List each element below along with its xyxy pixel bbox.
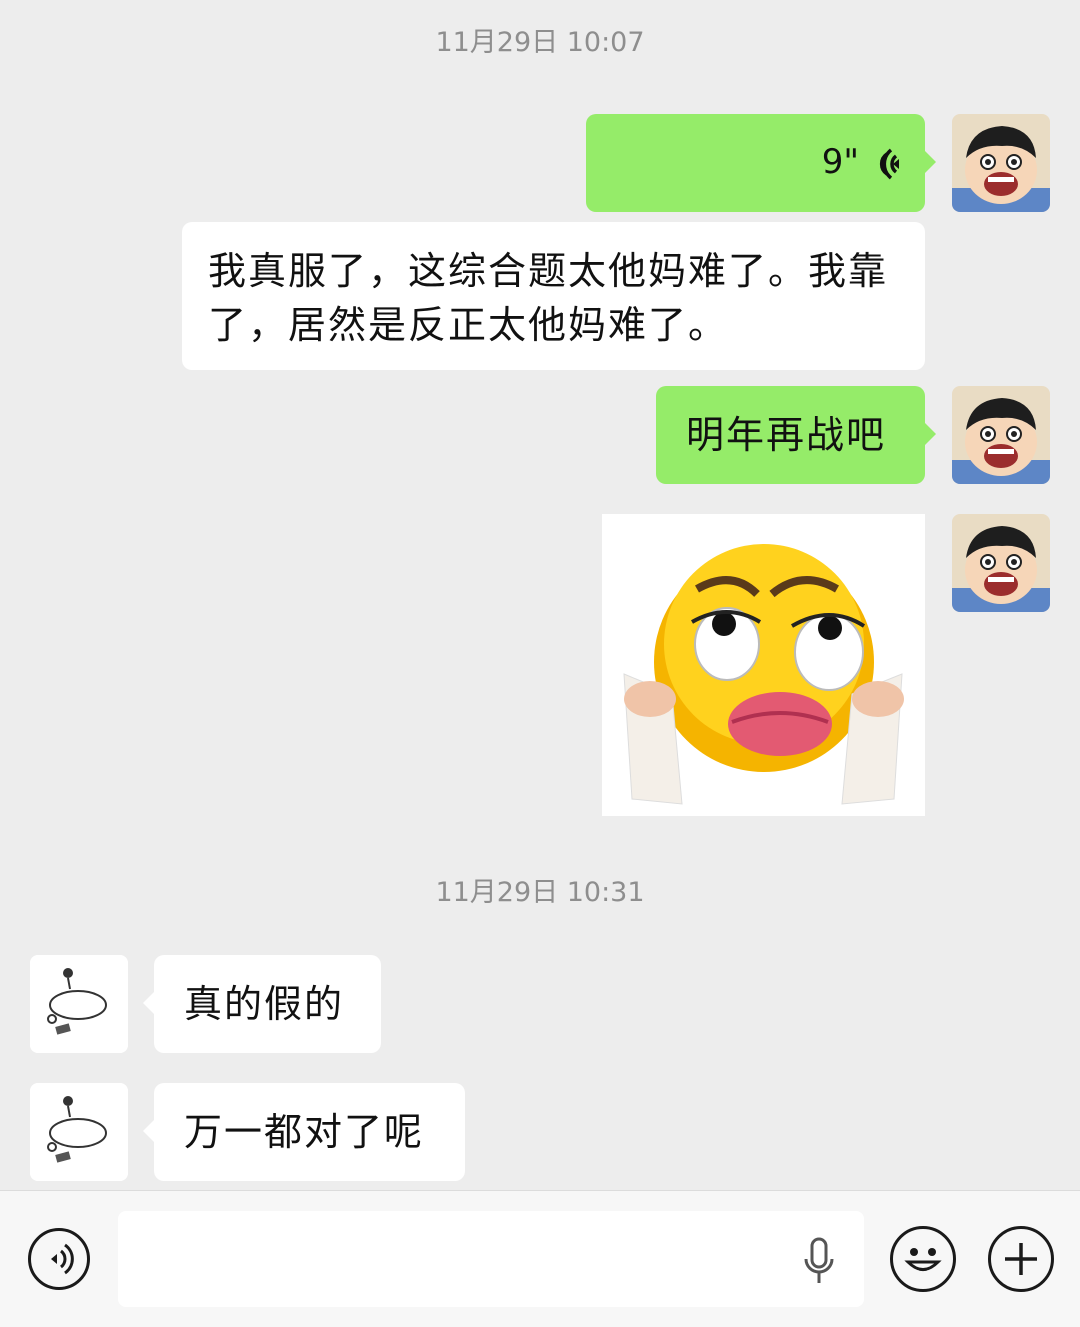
message-text: 真的假的: [184, 982, 345, 1026]
plus-icon[interactable]: [988, 1226, 1054, 1292]
voice-mode-icon[interactable]: [28, 1228, 90, 1290]
timestamp: 11月29日 10:07: [435, 27, 645, 58]
peer-avatar[interactable]: [30, 1083, 128, 1181]
voice-wave-icon: [871, 144, 905, 193]
my-avatar[interactable]: [952, 114, 1050, 212]
peer-avatar[interactable]: [30, 955, 128, 1053]
emoji-sticker-image[interactable]: [602, 514, 925, 816]
voice-duration: 9": [821, 142, 859, 182]
my-avatar[interactable]: [952, 514, 1050, 612]
message-bubble[interactable]: 我真服了，这综合题太他妈难了。我靠 了，居然是反正太他妈难了。: [182, 222, 925, 370]
message-text: 万一都对了呢: [184, 1110, 425, 1154]
timestamp: 11月29日 10:31: [435, 877, 645, 908]
voice-message-bubble[interactable]: 9": [586, 114, 936, 212]
emoji-icon[interactable]: [890, 1226, 956, 1292]
message-bubble[interactable]: 明年再战吧: [656, 386, 936, 484]
message-bubble[interactable]: 万一都对了呢: [143, 1083, 465, 1181]
message-text-line: 了，居然是反正太他妈难了。: [208, 303, 729, 347]
chat-input-bar: [0, 1190, 1080, 1327]
message-input-box[interactable]: [118, 1211, 864, 1307]
message-input[interactable]: [138, 1231, 782, 1289]
microphone-icon[interactable]: [802, 1237, 836, 1289]
message-text: 明年再战吧: [686, 413, 887, 457]
my-avatar[interactable]: [952, 386, 1050, 484]
message-bubble[interactable]: 真的假的: [143, 955, 381, 1053]
message-text-line: 我真服了，这综合题太他妈难了。我靠: [208, 249, 889, 293]
